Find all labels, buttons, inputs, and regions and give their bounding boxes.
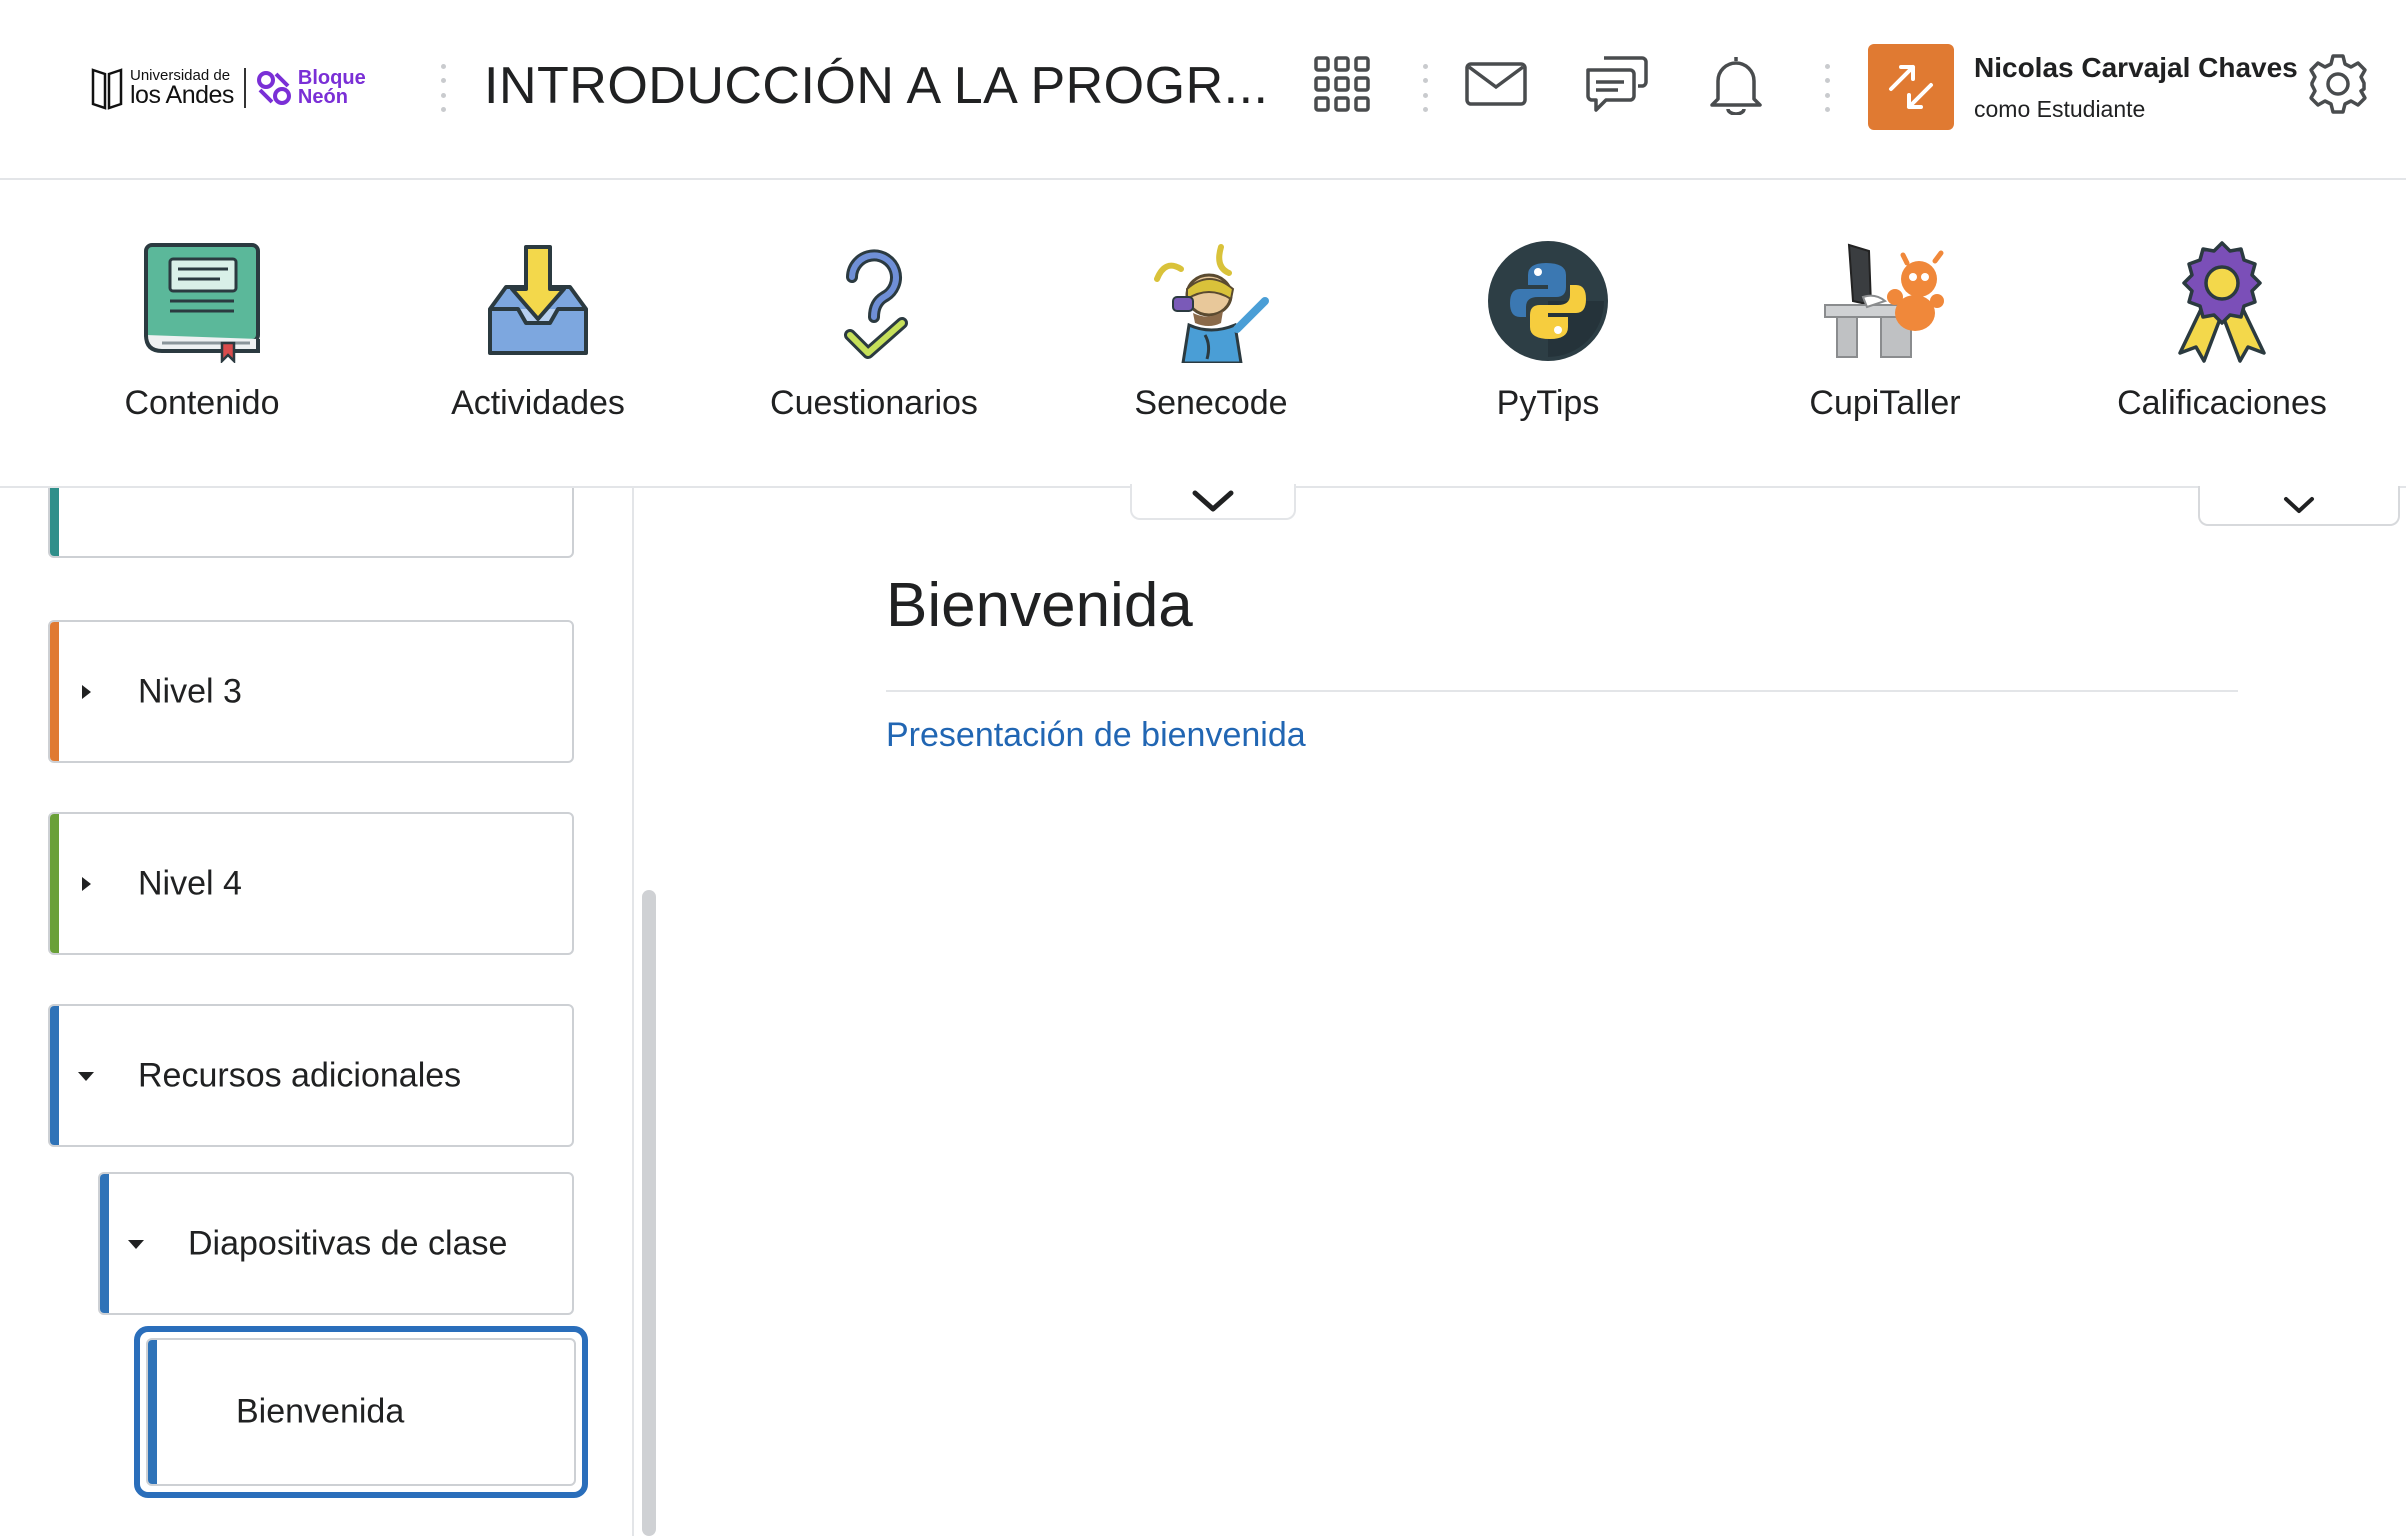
inbox-download-icon bbox=[473, 236, 603, 366]
header-separator bbox=[440, 64, 446, 112]
nav-item-senecode[interactable]: Senecode bbox=[1061, 236, 1361, 423]
course-selector-grid-icon[interactable] bbox=[1310, 52, 1374, 116]
bloque-neon-logo: Bloque Neón bbox=[256, 68, 366, 108]
caret-right-icon[interactable] bbox=[76, 874, 96, 894]
user-role: como Estudiante bbox=[1974, 96, 2146, 122]
institution-logo[interactable]: Universidad de los Andes Bloque Neón bbox=[90, 60, 366, 116]
nav-item-cuestionarios[interactable]: Cuestionarios bbox=[724, 236, 1024, 423]
logo-university-big: los Andes bbox=[130, 81, 234, 109]
senecode-mascot-icon bbox=[1146, 236, 1276, 366]
nav-label: CupiTaller bbox=[1809, 384, 1961, 422]
user-name[interactable]: Nicolas Carvajal Chaves bbox=[1974, 52, 2298, 84]
python-icon bbox=[1483, 236, 1613, 366]
toc-item-partial[interactable] bbox=[48, 488, 574, 558]
book-icon bbox=[137, 236, 267, 366]
toc-item-label: Nivel 3 bbox=[138, 672, 242, 710]
toc-item-label: Diapositivas de clase bbox=[188, 1224, 508, 1262]
nav-label: Calificaciones bbox=[2117, 384, 2327, 422]
award-ribbon-icon bbox=[2157, 236, 2287, 366]
content-dropdown-button[interactable] bbox=[2198, 486, 2400, 526]
top-header: Universidad de los Andes Bloque Neón INT… bbox=[0, 0, 2406, 180]
nav-item-contenido[interactable]: Contenido bbox=[52, 236, 352, 423]
nav-item-actividades[interactable]: Actividades bbox=[388, 236, 688, 423]
header-separator bbox=[1422, 64, 1428, 112]
settings-icon[interactable] bbox=[2306, 52, 2370, 116]
nav-label: Cuestionarios bbox=[770, 384, 978, 422]
caret-right-icon[interactable] bbox=[76, 682, 96, 702]
uniandes-logo: Universidad de los Andes bbox=[90, 66, 234, 110]
mail-icon[interactable] bbox=[1464, 52, 1528, 116]
toc-color-bar bbox=[50, 1006, 59, 1145]
toc-item-nivel-3[interactable]: Nivel 3 bbox=[48, 620, 574, 763]
logo-divider bbox=[243, 68, 246, 108]
caret-down-icon[interactable] bbox=[126, 1234, 146, 1254]
nav-label: Senecode bbox=[1134, 384, 1288, 422]
nav-item-calificaciones[interactable]: Calificaciones bbox=[2072, 236, 2372, 423]
nav-label: Contenido bbox=[124, 384, 280, 422]
chevron-down-icon bbox=[2284, 497, 2314, 513]
toc-item-diapositivas-de-clase[interactable]: Diapositivas de clase bbox=[98, 1172, 574, 1315]
chevron-down-icon bbox=[1192, 490, 1234, 512]
presentation-link[interactable]: Presentación de bienvenida bbox=[886, 716, 1306, 755]
title-divider bbox=[886, 690, 2238, 692]
toc-item-nivel-4[interactable]: Nivel 4 bbox=[48, 812, 574, 955]
uniandes-book-icon bbox=[91, 68, 123, 110]
avatar[interactable] bbox=[1868, 44, 1954, 130]
course-navbar: Contenido Actividades Cuestionarios Sene… bbox=[0, 180, 2406, 488]
nav-label: PyTips bbox=[1496, 384, 1600, 422]
logo-neon-line2: Neón bbox=[297, 86, 348, 108]
question-check-icon bbox=[809, 236, 939, 366]
nav-item-cupitaller[interactable]: CupiTaller bbox=[1735, 236, 2035, 423]
chat-icon[interactable] bbox=[1584, 52, 1648, 116]
selected-item-focus-ring bbox=[134, 1326, 588, 1498]
avatar-arrows-icon bbox=[1889, 65, 1933, 109]
toc-item-label: Nivel 4 bbox=[138, 864, 242, 902]
nav-label: Actividades bbox=[451, 384, 625, 422]
page-title: Bienvenida bbox=[886, 571, 1193, 640]
toc-color-bar bbox=[50, 488, 59, 556]
header-separator bbox=[1824, 64, 1830, 112]
caret-down-icon[interactable] bbox=[76, 1066, 96, 1086]
toc-color-bar bbox=[50, 814, 59, 953]
toc-color-bar bbox=[50, 622, 59, 761]
toc-item-recursos-adicionales[interactable]: Recursos adicionales bbox=[48, 1004, 574, 1147]
nav-item-pytips[interactable]: PyTips bbox=[1398, 236, 1698, 423]
cupitaller-desk-icon bbox=[1820, 236, 1950, 366]
bell-icon[interactable] bbox=[1704, 52, 1768, 116]
course-title[interactable]: INTRODUCCIÓN A LA PROGR... bbox=[484, 56, 1268, 116]
toc-color-bar bbox=[100, 1174, 109, 1313]
navbar-collapse-button[interactable] bbox=[1130, 484, 1296, 520]
toc-item-label: Recursos adicionales bbox=[138, 1056, 462, 1094]
sidebar-scrollbar[interactable] bbox=[642, 890, 656, 1536]
neon-mark-icon bbox=[256, 71, 291, 105]
